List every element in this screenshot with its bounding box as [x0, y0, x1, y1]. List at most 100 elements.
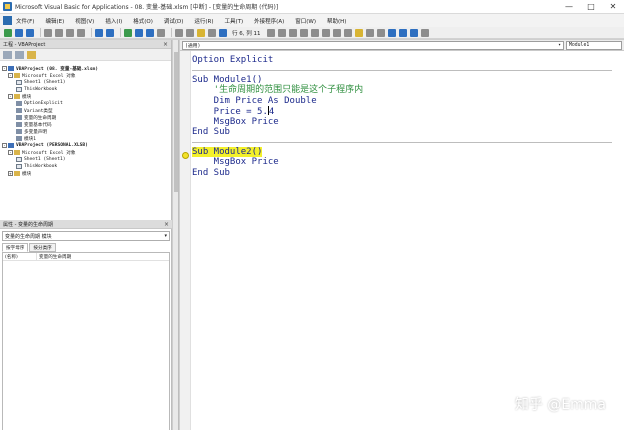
object-combo[interactable]: (通用) ▾ [182, 40, 564, 50]
menu-insert[interactable]: 插入(I) [105, 17, 122, 25]
collapse-icon[interactable]: - [8, 73, 13, 78]
property-row[interactable]: (名称) 变量的生命周期 [3, 253, 169, 261]
copy-icon[interactable] [55, 28, 63, 37]
tree-item-label: ThisWorkbook [24, 87, 58, 92]
code-text[interactable]: Option Explicit Sub Module1() '生命周期的范围只能是… [192, 55, 612, 178]
close-window-button[interactable]: ✕ [602, 0, 624, 14]
tree-item[interactable]: ThisWorkbook [0, 86, 171, 93]
tree-item[interactable]: - 模块 [0, 93, 171, 100]
code-line[interactable]: End Sub [192, 127, 612, 138]
tree-item[interactable]: 变量基本代码 [0, 121, 171, 128]
uncomment-block-icon[interactable] [376, 28, 385, 37]
paste-icon[interactable] [66, 28, 74, 37]
toggle-breakpoint-icon[interactable] [354, 28, 363, 37]
view-excel-icon[interactable] [4, 28, 12, 37]
code-editor[interactable]: Option Explicit Sub Module1() '生命周期的范围只能是… [180, 51, 624, 430]
code-line[interactable]: End Sub [192, 168, 612, 179]
tree-item[interactable]: 变量的生命周期 [0, 114, 171, 121]
left-panel-scrollbar[interactable] [172, 40, 179, 430]
menu-run[interactable]: 运行(R) [194, 17, 213, 25]
menu-addins[interactable]: 外接程序(A) [254, 17, 284, 25]
expand-icon[interactable]: + [8, 171, 13, 176]
tree-item[interactable]: Sheet1 (Sheet1) [0, 79, 171, 86]
break-icon[interactable] [135, 28, 143, 37]
edit-icon-6[interactable] [321, 28, 330, 37]
collapse-icon[interactable]: - [8, 94, 13, 99]
comment-block-icon[interactable] [365, 28, 374, 37]
edit-icon-3[interactable] [288, 28, 297, 37]
code-line[interactable]: MsgBox Price [192, 157, 612, 168]
property-value[interactable]: 变量的生命周期 [37, 253, 71, 260]
edit-icon-1[interactable] [266, 28, 275, 37]
menu-view[interactable]: 视图(V) [75, 17, 94, 25]
menu-edit[interactable]: 编辑(E) [45, 17, 64, 25]
collapse-icon[interactable]: - [2, 66, 7, 71]
menu-debug[interactable]: 调试(D) [164, 17, 184, 25]
menu-format[interactable]: 格式(O) [133, 17, 153, 25]
find-icon[interactable] [77, 28, 85, 37]
tree-item[interactable]: Variant类型 [0, 107, 171, 114]
tree-item[interactable]: 多变量声明 [0, 128, 171, 135]
menu-window[interactable]: 窗口(W) [295, 17, 316, 25]
outdent-icon[interactable] [343, 28, 352, 37]
collapse-icon[interactable]: - [2, 143, 7, 148]
code-line[interactable]: Dim Price As Double [192, 96, 612, 107]
menu-file[interactable]: 文件(F) [16, 17, 34, 25]
save-icon[interactable] [26, 28, 34, 37]
code-line[interactable]: Price = 5.4 [192, 106, 612, 117]
code-line[interactable]: '生命周期的范围只能是这个子程序内 [192, 85, 612, 96]
code-line[interactable]: Sub Module2() [192, 146, 612, 158]
tree-item[interactable]: Sheet1 (Sheet1) [0, 156, 171, 163]
bookmark-icon[interactable] [387, 28, 396, 37]
edit-icon-5[interactable] [310, 28, 319, 37]
help-icon[interactable] [219, 28, 227, 37]
tree-item[interactable]: 模块1 [0, 135, 171, 142]
project-explorer-icon[interactable] [175, 28, 183, 37]
tab-categorized[interactable]: 按分类序 [29, 243, 56, 252]
toolbox-icon[interactable] [208, 28, 216, 37]
tree-item[interactable]: - VBAProject (08. 变量-基础.xlsm) [0, 65, 171, 72]
vba-menu-icon[interactable] [3, 16, 12, 25]
view-object-icon[interactable] [15, 50, 24, 59]
toggle-folders-icon[interactable] [27, 50, 36, 59]
menu-tools[interactable]: 工具(T) [225, 17, 244, 25]
tree-item-label: 模块 [22, 94, 32, 100]
redo-icon[interactable] [106, 28, 114, 37]
tree-item[interactable]: - Microsoft Excel 对象 [0, 72, 171, 79]
run-icon[interactable] [124, 28, 132, 37]
code-line[interactable]: Option Explicit [192, 55, 612, 66]
undo-icon[interactable] [95, 28, 103, 37]
cut-icon[interactable] [44, 28, 52, 37]
indent-icon[interactable] [332, 28, 341, 37]
prev-bookmark-icon[interactable] [409, 28, 418, 37]
clear-bookmarks-icon[interactable] [420, 28, 429, 37]
properties-pane-close-button[interactable]: × [164, 221, 169, 228]
properties-window-icon[interactable] [186, 28, 194, 37]
code-line[interactable]: MsgBox Price [192, 117, 612, 128]
procedure-combo[interactable]: Module1 [566, 40, 622, 50]
edit-icon-4[interactable] [299, 28, 308, 37]
code-margin[interactable] [180, 51, 191, 430]
menu-help[interactable]: 帮助(H) [327, 17, 346, 25]
tree-item[interactable]: - Microsoft Excel 对象 [0, 149, 171, 156]
maximize-button[interactable]: □ [580, 0, 602, 14]
code-line[interactable]: Sub Module1() [192, 75, 612, 86]
design-mode-icon[interactable] [157, 28, 165, 37]
tree-item[interactable]: + 模块 [0, 170, 171, 177]
scrollbar-thumb[interactable] [174, 52, 178, 192]
tree-item[interactable]: - VBAProject (PERSONAL.XLSB) [0, 142, 171, 149]
object-browser-icon[interactable] [197, 28, 205, 37]
tree-item[interactable]: OptionExplicit [0, 100, 171, 107]
collapse-icon[interactable]: - [8, 150, 13, 155]
minimize-button[interactable]: — [558, 0, 580, 14]
sheet-icon [16, 157, 22, 162]
edit-icon-2[interactable] [277, 28, 286, 37]
insert-module-icon[interactable] [15, 28, 23, 37]
tab-alphabetic[interactable]: 按字母序 [2, 243, 29, 252]
properties-object-combo[interactable]: 变量的生命周期 模块 ▾ [2, 231, 170, 241]
view-code-icon[interactable] [3, 50, 12, 59]
project-pane-close-button[interactable]: × [163, 41, 168, 48]
next-bookmark-icon[interactable] [398, 28, 407, 37]
tree-item[interactable]: ThisWorkbook [0, 163, 171, 170]
reset-icon[interactable] [146, 28, 154, 37]
